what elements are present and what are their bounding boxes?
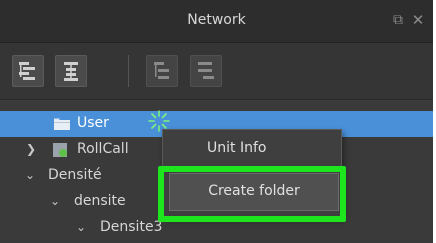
tree-item-densite3[interactable]: ⌄ Densite3 — [0, 215, 433, 241]
collapse-tree-icon — [64, 62, 78, 81]
restore-icon[interactable]: ⧉ — [390, 12, 406, 28]
tree-item-label: Densité — [48, 167, 102, 183]
tree-item-label: densite — [74, 193, 126, 209]
chevron-down-icon[interactable]: ⌄ — [25, 168, 35, 182]
list-view-icon — [198, 62, 214, 79]
menu-item-unit-info[interactable]: Unit Info — [163, 130, 341, 170]
chevron-right-icon[interactable]: ❯ — [26, 142, 36, 156]
collapse-tree-button[interactable] — [55, 55, 87, 87]
menu-item-label: Unit Info — [207, 140, 267, 156]
expand-tree-button[interactable] — [12, 55, 44, 87]
tree-item-label: User — [77, 115, 109, 131]
context-menu: Unit Info Create folder — [162, 129, 342, 217]
network-panel: Network ⧉ ✕ User ❯ RollCall ⌄ Densité ⌄ … — [0, 0, 433, 243]
toolbar-separator — [128, 55, 129, 87]
menu-item-create-folder[interactable]: Create folder — [169, 173, 339, 211]
folder-icon — [54, 118, 70, 130]
list-view-button[interactable] — [190, 55, 222, 87]
tree-item-label: RollCall — [77, 141, 129, 157]
device-icon — [53, 143, 67, 157]
toolbar — [0, 43, 433, 100]
panel-title: Network — [187, 12, 246, 28]
expand-tree-icon — [19, 62, 35, 80]
chevron-down-icon[interactable]: ⌄ — [50, 194, 60, 208]
tree-item-label: Densite3 — [100, 219, 163, 235]
menu-item-label: Create folder — [208, 183, 300, 199]
close-icon[interactable]: ✕ — [410, 12, 426, 28]
title-bar: Network ⧉ ✕ — [0, 0, 433, 43]
chevron-down-icon[interactable]: ⌄ — [76, 220, 86, 234]
tree-view-button[interactable] — [146, 55, 178, 87]
tree-view-icon — [154, 62, 169, 79]
